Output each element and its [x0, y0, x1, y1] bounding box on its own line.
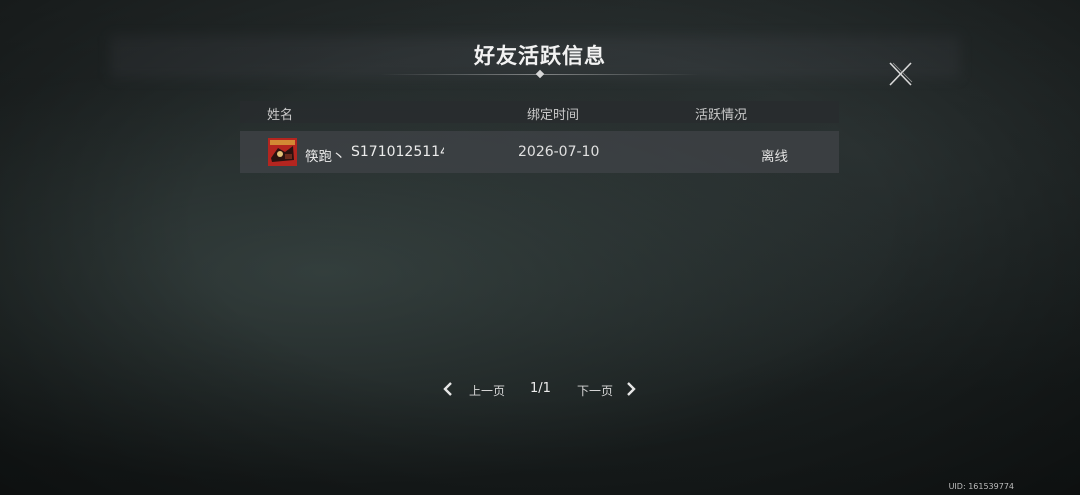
dialog-title: 好友活跃信息: [474, 44, 606, 68]
activity-status: 离线: [761, 149, 788, 165]
chevron-left-icon[interactable]: [441, 380, 455, 398]
prev-page-button[interactable]: 上一页: [469, 382, 505, 399]
uid-label: UID: 161539774: [948, 482, 1014, 491]
avatar-image: [268, 138, 297, 166]
bind-date: 2026-07-10: [518, 144, 600, 160]
header-name: 姓名: [267, 108, 294, 123]
page-indicator: 1/1: [530, 381, 551, 396]
next-page-button[interactable]: 下一页: [577, 382, 613, 399]
table-header: 姓名 绑定时间 活跃情况: [240, 101, 839, 123]
pagination: 上一页 1/1 下一页: [0, 380, 1080, 400]
friend-name: 筷跑丶: [305, 149, 346, 165]
close-button[interactable]: [884, 58, 916, 90]
table-row[interactable]: 筷跑丶 S17101251148 2026-07-10 离线: [240, 131, 839, 173]
close-icon: [889, 62, 913, 86]
chevron-right-icon[interactable]: [624, 380, 638, 398]
header-activity: 活跃情况: [695, 108, 748, 123]
friend-id: S17101251148: [351, 144, 444, 160]
header-bind-time: 绑定时间: [527, 108, 580, 123]
avatar[interactable]: [268, 138, 297, 166]
